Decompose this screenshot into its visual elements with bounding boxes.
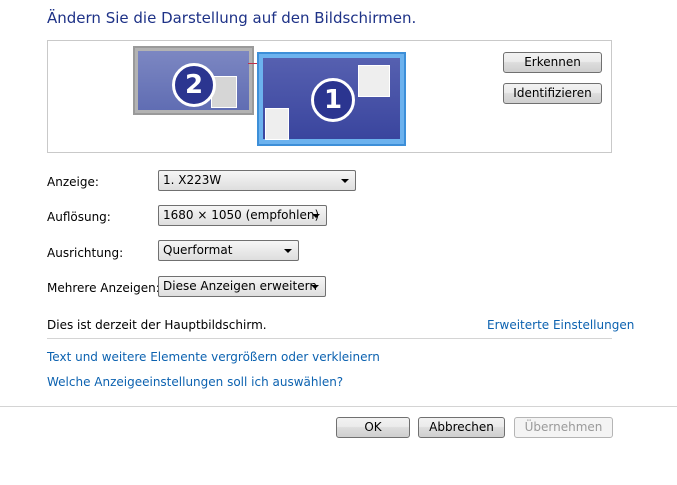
- window-thumbnail-icon: [265, 108, 289, 140]
- chevron-down-icon: [311, 285, 319, 289]
- resolution-select[interactable]: 1680 × 1050 (empfohlen): [158, 205, 327, 226]
- resolution-label: Auflösung:: [47, 210, 111, 224]
- resolution-value: 1680 × 1050 (empfohlen): [163, 208, 320, 222]
- chevron-down-icon: [341, 179, 349, 183]
- primary-display-status: Dies ist derzeit der Hauptbildschirm.: [47, 318, 267, 332]
- multiple-displays-select[interactable]: Diese Anzeigen erweitern: [158, 276, 326, 297]
- divider: [47, 338, 612, 339]
- detect-button[interactable]: Erkennen: [503, 52, 602, 73]
- chevron-down-icon: [312, 214, 320, 218]
- cancel-button[interactable]: Abbrechen: [418, 417, 505, 438]
- orientation-value: Querformat: [163, 243, 233, 257]
- multiple-displays-value: Diese Anzeigen erweitern: [163, 279, 317, 293]
- monitor-2-number: 2: [172, 63, 216, 107]
- monitor-1[interactable]: 1: [257, 52, 406, 146]
- apply-button[interactable]: Übernehmen: [514, 417, 613, 438]
- footer-divider: [0, 406, 677, 407]
- orientation-select[interactable]: Querformat: [158, 240, 299, 261]
- text-size-link[interactable]: Text und weitere Elemente vergrößern ode…: [47, 350, 380, 364]
- window-thumbnail-icon: [358, 65, 390, 97]
- page-title: Ändern Sie die Darstellung auf den Bilds…: [47, 9, 417, 27]
- display-select[interactable]: 1. X223W: [158, 170, 356, 191]
- advanced-settings-link[interactable]: Erweiterte Einstellungen: [487, 318, 634, 332]
- which-settings-link[interactable]: Welche Anzeigeeinstellungen soll ich aus…: [47, 375, 343, 389]
- multiple-displays-label: Mehrere Anzeigen:: [47, 281, 160, 295]
- chevron-down-icon: [284, 249, 292, 253]
- monitor-arrangement-panel: 2 1 Erkennen Identifizieren: [47, 40, 612, 153]
- identify-button[interactable]: Identifizieren: [503, 83, 602, 104]
- ok-button[interactable]: OK: [336, 417, 410, 438]
- orientation-label: Ausrichtung:: [47, 246, 124, 260]
- monitor-1-number: 1: [311, 78, 355, 122]
- monitor-2[interactable]: 2: [133, 46, 288, 115]
- display-label: Anzeige:: [47, 175, 99, 189]
- display-value: 1. X223W: [163, 173, 222, 187]
